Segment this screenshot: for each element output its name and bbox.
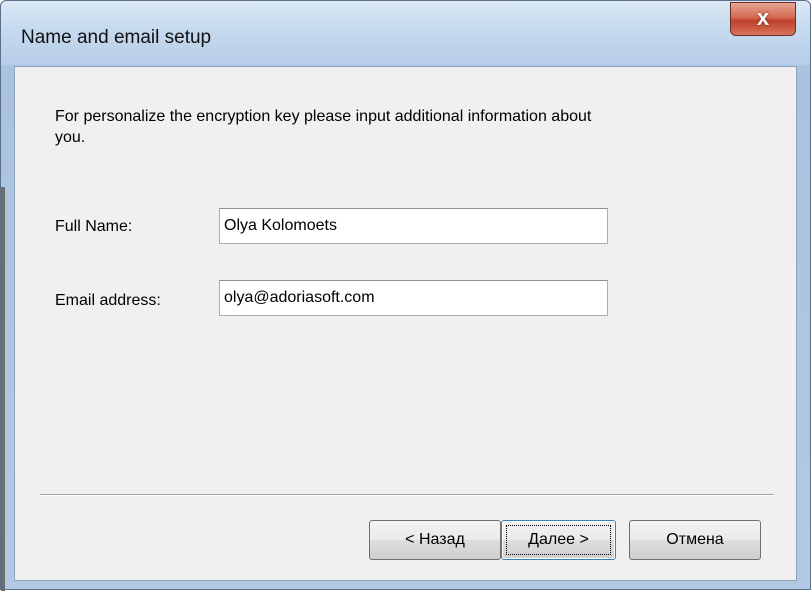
close-icon: x [756,5,770,30]
title-bar[interactable]: Name and email setup x [1,1,810,65]
next-button-label: Далее > [528,531,589,548]
next-button[interactable]: Далее > [501,520,616,560]
back-button-label: < Назад [405,531,465,548]
close-button[interactable]: x [730,2,796,36]
full-name-label: Full Name: [55,218,133,235]
dialog-content: For personalize the encryption key pleas… [14,66,797,581]
email-input[interactable] [219,280,608,316]
dialog-window: Name and email setup x For personalize t… [0,0,811,591]
email-label: Email address: [55,292,161,309]
full-name-input[interactable] [219,208,608,244]
window-title: Name and email setup [21,27,212,48]
background-window-edge [1,187,5,591]
cancel-button-label: Отмена [666,531,724,548]
back-button[interactable]: < Назад [369,520,501,560]
intro-text: For personalize the encryption key pleas… [55,108,592,146]
cancel-button[interactable]: Отмена [629,520,761,560]
divider [40,494,774,496]
